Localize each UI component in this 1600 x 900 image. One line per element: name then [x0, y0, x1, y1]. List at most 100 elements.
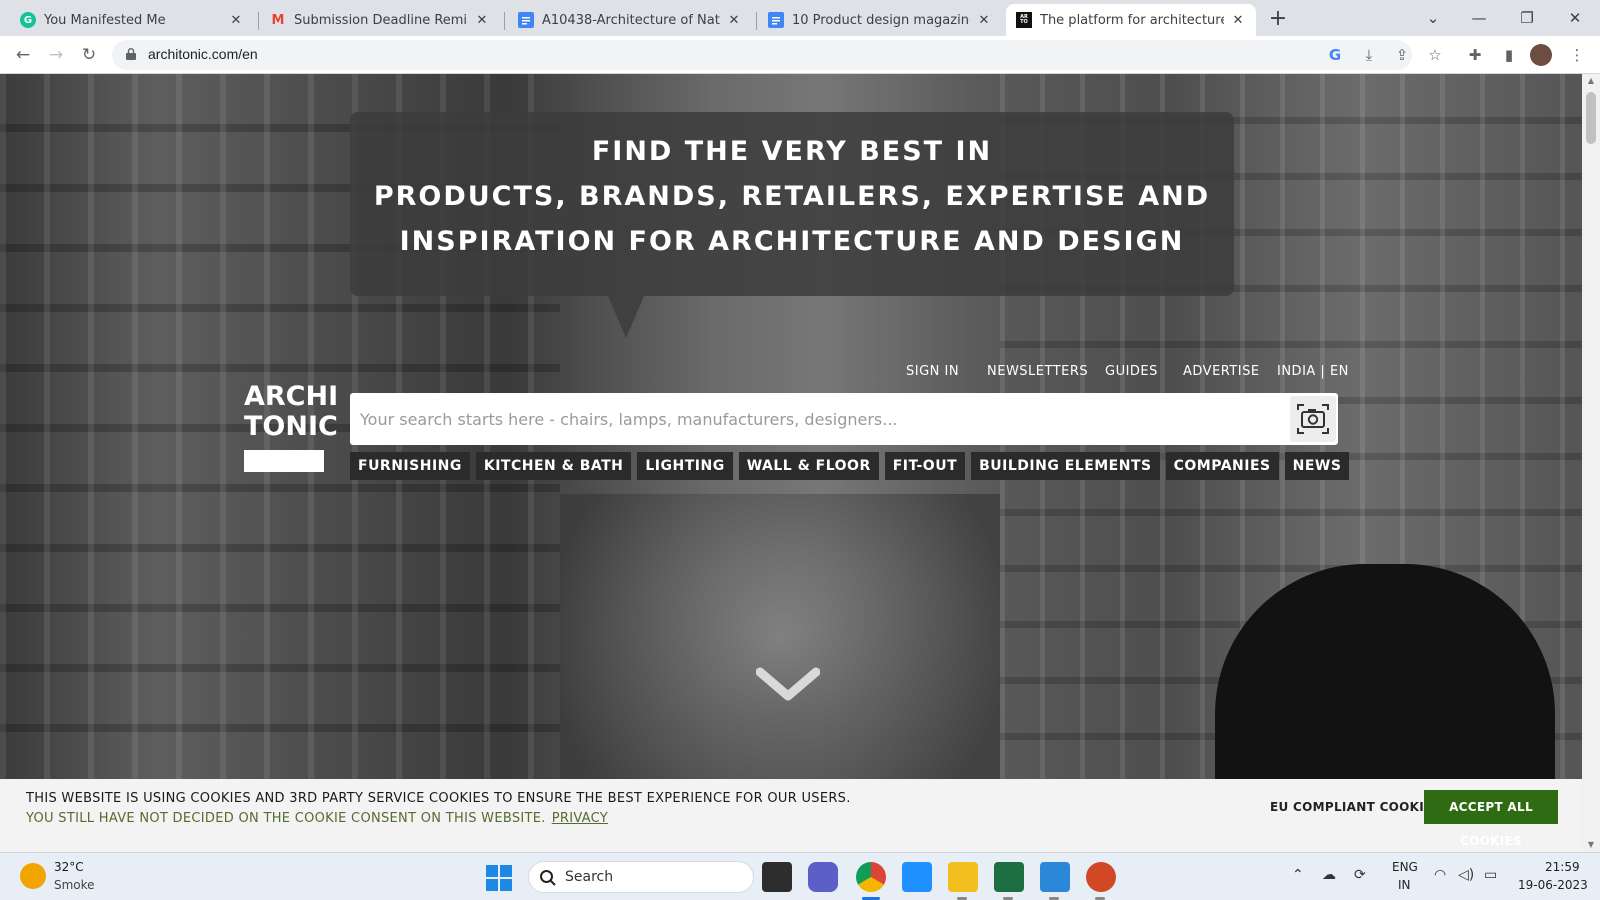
advertise-link[interactable]: ADVERTISE [1183, 364, 1260, 379]
scroll-up-arrow-icon[interactable]: ▲ [1582, 74, 1600, 88]
chrome-icon[interactable] [856, 862, 886, 892]
cookie-consent-note: YOU STILL HAVE NOT DECIDED ON THE COOKIE… [26, 811, 608, 826]
guides-link[interactable]: GUIDES [1105, 364, 1158, 379]
architonic-logo[interactable]: ARCHI TONIC [244, 382, 338, 472]
more-menu-icon[interactable]: ⋮ [1566, 44, 1588, 66]
powerpoint-icon[interactable] [1086, 862, 1116, 892]
share-icon[interactable]: ⇪ [1391, 44, 1413, 66]
tab-submission-deadline[interactable]: M Submission Deadline Reminder - ✕ [260, 4, 500, 36]
scrollbar-thumb[interactable] [1586, 92, 1596, 144]
close-icon[interactable]: ✕ [726, 13, 742, 28]
photos-icon[interactable] [1040, 862, 1070, 892]
accept-all-cookies-button[interactable]: ACCEPT ALL COOKIES [1424, 790, 1558, 848]
tab-architecture-of-nature[interactable]: A10438-Architecture of Nature-K ✕ [508, 4, 752, 36]
privacy-link[interactable]: PRIVACY [552, 811, 608, 826]
weather-sun-icon[interactable] [20, 863, 46, 889]
browser-toolbar: ← → ↻ architonic.com/en G ⤓ ⇪ ☆ ✚ ▮ ⋮ [0, 36, 1600, 74]
tab-title: The platform for architecture and [1040, 12, 1224, 28]
tab-title: 10 Product design magazines yo [792, 12, 970, 28]
battery-icon[interactable]: ▭ [1484, 867, 1497, 883]
lock-icon [126, 48, 136, 60]
close-icon[interactable]: ✕ [228, 13, 244, 28]
side-panel-icon[interactable]: ▮ [1498, 44, 1520, 66]
region-indicator: IN [1398, 878, 1411, 892]
docs-icon [768, 12, 784, 28]
reload-button[interactable]: ↻ [76, 42, 102, 68]
windows-taskbar: 32°C Smoke Search ⌃ ☁ ⟳ ENG IN ◠ ◁) ▭ 21… [0, 852, 1600, 900]
install-app-icon[interactable]: ⤓ [1358, 44, 1380, 66]
tab-title: You Manifested Me [44, 12, 166, 28]
eu-compliant-cookies-button[interactable]: EU COMPLIANT COOKIES [1270, 800, 1441, 814]
teams-chat-icon[interactable] [808, 862, 838, 892]
tab-search-dropdown-icon[interactable]: ⌄ [1410, 4, 1456, 32]
url-text: architonic.com/en [148, 46, 258, 62]
region-language-link[interactable]: INDIA | EN [1277, 364, 1349, 379]
page-viewport: FIND THE VERY BEST IN PRODUCTS, BRANDS, … [0, 74, 1582, 852]
volume-icon[interactable]: ◁) [1458, 867, 1474, 883]
weather-temperature: 32°C [54, 860, 84, 874]
onedrive-cloud-icon[interactable]: ☁ [1322, 867, 1336, 883]
sign-in-link[interactable]: SIGN IN [906, 364, 959, 379]
headline-line-2: PRODUCTS, BRANDS, RETAILERS, EXPERTISE A… [373, 181, 1211, 212]
folder-icon[interactable] [948, 862, 978, 892]
excel-icon[interactable] [994, 862, 1024, 892]
scroll-down-chevron-icon[interactable] [756, 666, 820, 702]
restore-button[interactable]: ❐ [1504, 4, 1550, 32]
grammarly-icon: G [20, 12, 36, 28]
google-lens-icon[interactable]: G [1324, 44, 1346, 66]
category-news[interactable]: NEWS [1284, 452, 1350, 480]
category-lighting[interactable]: LIGHTING [637, 452, 733, 480]
close-icon[interactable]: ✕ [1230, 13, 1246, 28]
sync-icon[interactable]: ⟳ [1354, 867, 1366, 883]
category-wall-floor[interactable]: WALL & FLOOR [738, 452, 879, 480]
category-furnishing[interactable]: FURNISHING [350, 452, 470, 480]
clock-time[interactable]: 21:59 [1545, 860, 1580, 874]
architonic-icon: AR TO [1016, 12, 1032, 28]
tab-separator [258, 12, 259, 30]
clock-date[interactable]: 19-06-2023 [1518, 878, 1588, 892]
close-icon[interactable]: ✕ [976, 13, 992, 28]
windows-start-icon[interactable] [486, 865, 512, 891]
language-indicator[interactable]: ENG [1392, 860, 1418, 874]
monitor-icon[interactable] [902, 862, 932, 892]
address-bar[interactable]: architonic.com/en [112, 40, 1412, 70]
close-icon[interactable]: ✕ [474, 13, 490, 28]
camera-icon [1297, 404, 1329, 434]
category-companies[interactable]: COMPANIES [1165, 452, 1279, 480]
search-bar [350, 393, 1338, 445]
extensions-puzzle-icon[interactable]: ✚ [1464, 44, 1486, 66]
show-hidden-icons-chevron-icon[interactable]: ⌃ [1292, 867, 1304, 883]
close-window-button[interactable]: ✕ [1552, 4, 1598, 32]
back-button[interactable]: ← [10, 42, 36, 68]
taskbar-search-box[interactable]: Search [528, 861, 754, 893]
weather-description: Smoke [54, 878, 95, 892]
cookie-banner: THIS WEBSITE IS USING COOKIES AND 3RD PA… [0, 779, 1582, 852]
logo-bar [244, 450, 324, 472]
cookie-consent-text: YOU STILL HAVE NOT DECIDED ON THE COOKIE… [26, 811, 546, 826]
tab-architonic-active[interactable]: ARTO The platform for architecture and ✕ [1006, 4, 1256, 36]
bookmark-star-icon[interactable]: ☆ [1424, 44, 1446, 66]
category-fit-out[interactable]: FIT-OUT [884, 452, 966, 480]
tab-separator [504, 12, 505, 30]
docs-icon [518, 12, 534, 28]
wifi-icon[interactable]: ◠ [1434, 867, 1446, 883]
minimize-button[interactable]: — [1456, 4, 1502, 32]
search-input[interactable] [360, 393, 1270, 445]
headline-line-1: FIND THE VERY BEST IN [591, 136, 993, 167]
headline-bubble-tail [608, 296, 644, 338]
category-building-elements[interactable]: BUILDING ELEMENTS [971, 452, 1160, 480]
scroll-down-arrow-icon[interactable]: ▼ [1582, 838, 1600, 852]
visual-search-button[interactable] [1290, 396, 1336, 442]
newsletters-link[interactable]: NEWSLETTERS [987, 364, 1088, 379]
task-view-icon[interactable] [762, 862, 792, 892]
cookie-message: THIS WEBSITE IS USING COOKIES AND 3RD PA… [26, 791, 851, 806]
new-tab-button[interactable]: + [1264, 6, 1292, 34]
tab-title: A10438-Architecture of Nature-K [542, 12, 720, 28]
category-kitchen-bath[interactable]: KITCHEN & BATH [475, 452, 632, 480]
forward-button[interactable]: → [43, 42, 69, 68]
profile-avatar[interactable] [1530, 44, 1552, 66]
tab-product-design-magazines[interactable]: 10 Product design magazines yo ✕ [758, 4, 1002, 36]
tab-you-manifested-me[interactable]: G You Manifested Me ✕ [10, 4, 254, 36]
search-icon [540, 870, 556, 886]
page-scrollbar[interactable]: ▲ ▼ [1582, 74, 1600, 852]
